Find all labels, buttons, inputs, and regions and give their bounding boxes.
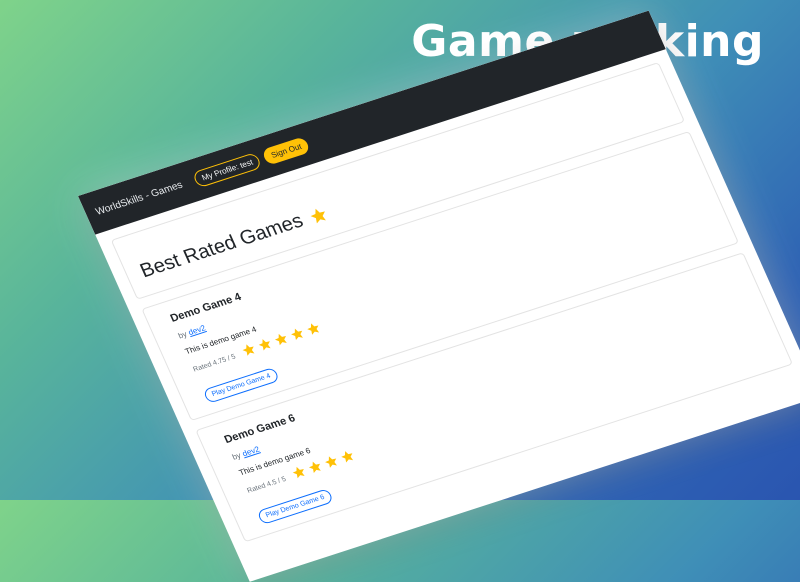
star-icon — [306, 204, 330, 226]
author-link[interactable]: dev2 — [241, 445, 261, 459]
rating-text: Rated 4.75 / 5 — [192, 353, 237, 374]
main-content: Best Rated Games Demo Game 4 by dev2 This … — [95, 49, 800, 555]
app-screenshot: WorldSkills - Games My Profile: test Sig… — [78, 10, 800, 582]
sign-out-button[interactable]: Sign Out — [261, 135, 312, 166]
my-profile-button[interactable]: My Profile: test — [191, 151, 263, 188]
rating-text: Rated 4.5 / 5 — [246, 475, 288, 495]
games-list: Demo Game 4 by dev2 This is demo game 4 Rat… — [141, 130, 794, 543]
author-prefix: by — [230, 450, 243, 462]
author-link[interactable]: dev2 — [187, 323, 207, 337]
author-prefix: by — [176, 329, 189, 341]
